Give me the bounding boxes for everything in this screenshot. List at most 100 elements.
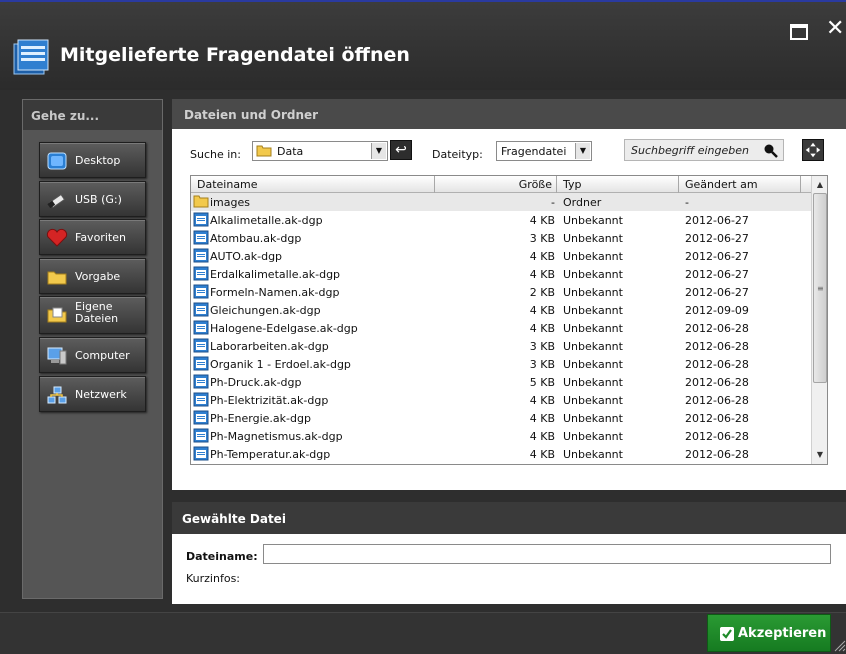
column-header-type[interactable]: Typ: [557, 176, 679, 193]
file-date: 2012-09-09: [685, 304, 749, 317]
desktop-icon: [47, 152, 67, 170]
goto-sidebar: Gehe zu... Desktop USB (G:) Favoriten Vo…: [22, 99, 163, 599]
file-name: Gleichungen.ak-dgp: [210, 304, 321, 317]
table-row[interactable]: images - Ordner -: [191, 193, 811, 211]
column-header-date[interactable]: Geändert am: [679, 176, 801, 193]
table-row[interactable]: Organik 1 - Erdoel.ak-dgp 3 KB Unbekannt 20…: [191, 355, 811, 373]
file-icon: [193, 392, 209, 407]
expand-search-icon[interactable]: [802, 139, 824, 161]
table-row[interactable]: Ph-Energie.ak-dgp 4 KB Unbekannt 2012-06-28: [191, 409, 811, 427]
file-date: 2012-06-28: [685, 412, 749, 425]
file-size: -: [551, 196, 555, 209]
folder-icon: [47, 271, 67, 285]
file-name: Erdalkalimetalle.ak-dgp: [210, 268, 341, 281]
table-row[interactable]: Ph-Temperatur.ak-dgp 4 KB Unbekannt 2012-06…: [191, 445, 811, 463]
sidebar-item-vorgabe[interactable]: Vorgabe: [39, 258, 146, 294]
file-name: Organik 1 - Erdoel.ak-dgp: [210, 358, 351, 371]
sidebar-item-usb[interactable]: USB (G:): [39, 181, 146, 217]
search-input[interactable]: Suchbegriff eingeben: [624, 139, 784, 161]
heart-icon: [46, 228, 68, 247]
file-size: 5 KB: [529, 376, 555, 389]
selected-file-heading: Gewählte Datei: [172, 502, 846, 534]
file-name: Ph-Energie.ak-dgp: [210, 412, 311, 425]
column-header-size[interactable]: Größe: [435, 176, 557, 193]
maximize-icon[interactable]: [790, 24, 808, 40]
files-toolbar: Suche in: Data ▼ ↩ Dateityp: Fragendatei…: [172, 129, 846, 169]
file-size: 3 KB: [529, 232, 555, 245]
file-name: Laborarbeiten.ak-dgp: [210, 340, 329, 353]
table-row[interactable]: Ph-Magnetismus.ak-dgp 4 KB Unbekannt 2012-0…: [191, 427, 811, 445]
up-folder-button[interactable]: ↩: [390, 140, 412, 160]
lookin-dropdown[interactable]: Data ▼: [252, 141, 388, 161]
file-icon: [193, 356, 209, 371]
accept-button[interactable]: Akzeptieren: [707, 614, 831, 652]
column-header-name[interactable]: Dateiname: [191, 176, 435, 193]
sidebar-item-eigene-dateien[interactable]: Eigene Dateien: [39, 296, 146, 334]
table-row[interactable]: Laborarbeiten.ak-dgp 3 KB Unbekannt 2012-06…: [191, 337, 811, 355]
sidebar-item-computer[interactable]: Computer: [39, 337, 146, 373]
sidebar-item-label: Favoriten: [75, 231, 126, 244]
file-icon: [193, 428, 209, 443]
file-open-dialog: Mitgelieferte Fragendatei öffnen ✕ Gehe …: [0, 0, 846, 654]
close-icon[interactable]: ✕: [826, 18, 844, 40]
scroll-up-icon[interactable]: ▲: [812, 176, 827, 193]
sidebar-item-favoriten[interactable]: Favoriten: [39, 219, 146, 255]
file-name: Formeln-Namen.ak-dgp: [210, 286, 340, 299]
file-size: 4 KB: [529, 214, 555, 227]
sidebar-item-desktop[interactable]: Desktop: [39, 142, 146, 178]
table-row[interactable]: Gleichungen.ak-dgp 4 KB Unbekannt 2012-09-0…: [191, 301, 811, 319]
chevron-down-icon[interactable]: ▼: [371, 143, 386, 159]
file-icon: [193, 230, 209, 245]
table-row[interactable]: Formeln-Namen.ak-dgp 2 KB Unbekannt 2012-06…: [191, 283, 811, 301]
sidebar-item-netzwerk[interactable]: Netzwerk: [39, 376, 146, 412]
file-date: 2012-06-28: [685, 448, 749, 461]
sidebar-item-label: Netzwerk: [75, 388, 127, 401]
filetype-dropdown[interactable]: Fragendatei ▼: [496, 141, 592, 161]
vertical-scrollbar[interactable]: ▲ ≡ ▼: [811, 176, 827, 464]
selected-file-panel: Gewählte Datei Dateiname: Kurzinfos:: [172, 502, 846, 604]
search-icon[interactable]: [763, 143, 779, 159]
filename-input[interactable]: [263, 544, 831, 564]
grip-icon: ≡: [817, 284, 824, 293]
table-row[interactable]: Erdalkalimetalle.ak-dgp 4 KB Unbekannt 2012…: [191, 265, 811, 283]
file-size: 3 KB: [529, 358, 555, 371]
file-size: 4 KB: [529, 394, 555, 407]
file-size: 2 KB: [529, 286, 555, 299]
file-name: Ph-Elektrizität.ak-dgp: [210, 394, 329, 407]
resize-grip-icon[interactable]: [832, 638, 846, 652]
file-name: images: [210, 196, 250, 209]
file-list: Dateiname Größe Typ Geändert am images - O…: [190, 175, 828, 465]
file-icon: [193, 446, 209, 461]
filename-label: Dateiname:: [186, 550, 258, 563]
scroll-thumb[interactable]: ≡: [813, 193, 827, 383]
sidebar-item-label: Desktop: [75, 154, 121, 167]
dialog-title: Mitgelieferte Fragendatei öffnen: [60, 44, 410, 66]
table-row[interactable]: Halogene-Edelgase.ak-dgp 4 KB Unbekannt 201…: [191, 319, 811, 337]
sidebar-item-label: Eigene Dateien: [75, 300, 119, 325]
file-icon: [193, 410, 209, 425]
file-date: 2012-06-27: [685, 232, 749, 245]
chevron-down-icon[interactable]: ▼: [575, 143, 590, 159]
table-row[interactable]: Atombau.ak-dgp 3 KB Unbekannt 2012-06-27: [191, 229, 811, 247]
files-panel-heading: Dateien und Ordner: [172, 99, 846, 129]
table-row[interactable]: Ph-Druck.ak-dgp 5 KB Unbekannt 2012-06-28: [191, 373, 811, 391]
table-row[interactable]: Ph-Elektrizität.ak-dgp 4 KB Unbekannt 2012-…: [191, 391, 811, 409]
file-name: Ph-Temperatur.ak-dgp: [210, 448, 331, 461]
file-date: 2012-06-27: [685, 286, 749, 299]
search-placeholder: Suchbegriff eingeben: [631, 144, 749, 157]
network-icon: [47, 386, 67, 404]
file-type: Unbekannt: [563, 358, 623, 371]
table-row[interactable]: AUTO.ak-dgp 4 KB Unbekannt 2012-06-27: [191, 247, 811, 265]
scroll-down-icon[interactable]: ▼: [812, 446, 827, 463]
short-info-label: Kurzinfos:: [186, 572, 241, 585]
table-row[interactable]: Alkalimetalle.ak-dgp 4 KB Unbekannt 2012-06…: [191, 211, 811, 229]
lookin-label: Suche in:: [190, 148, 241, 161]
file-type: Ordner: [563, 196, 602, 209]
file-type: Unbekannt: [563, 304, 623, 317]
computer-icon: [47, 347, 67, 365]
file-type: Unbekannt: [563, 214, 623, 227]
file-icon: [193, 374, 209, 389]
file-type: Unbekannt: [563, 268, 623, 281]
file-name: AUTO.ak-dgp: [210, 250, 283, 263]
file-size: 3 KB: [529, 340, 555, 353]
